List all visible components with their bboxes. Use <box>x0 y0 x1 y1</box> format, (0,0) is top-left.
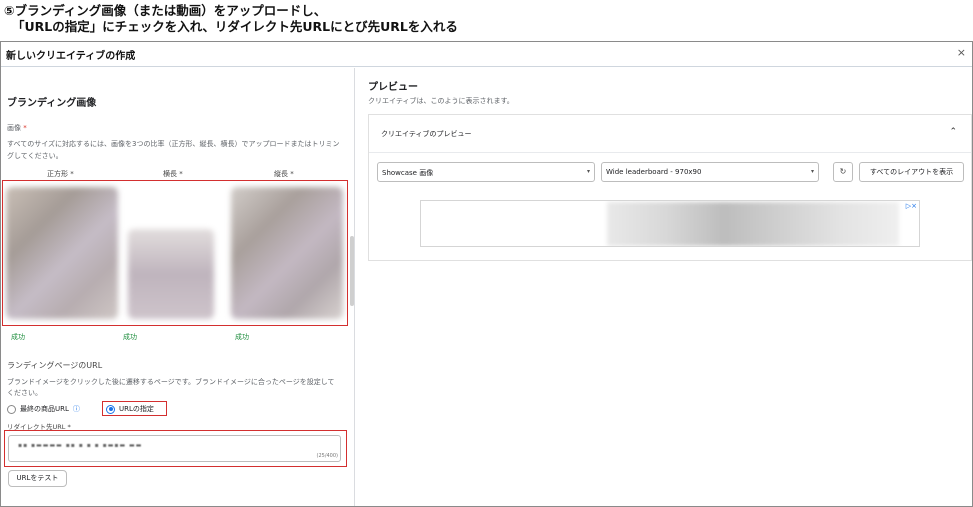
landing-page-description: ブランドイメージをクリックした後に遷移するページです。ブランドイメージに合ったペ… <box>7 378 335 397</box>
redirect-url-highlight: ▪▪ ▪▬▬▬▬ ▪▪ ▪ ▪ ▪ ▪▬▪▬ ▬▬ (25/400) <box>4 430 347 467</box>
redirect-url-value: ▪▪ ▪▬▬▬▬ ▪▪ ▪ ▪ ▪ ▪▬▪▬ ▬▬ <box>18 442 143 449</box>
branding-image-title: ブランディング画像 <box>7 98 97 109</box>
radio-specify-url-label: URLの指定 <box>119 405 154 413</box>
chevron-down-icon: ▾ <box>586 168 590 175</box>
status-landscape: 成功 <box>123 333 137 341</box>
status-portrait: 成功 <box>235 333 249 341</box>
format-select-value: Showcase 画像 <box>382 169 434 177</box>
preview-title: プレビュー <box>368 82 418 93</box>
landing-page-title: ランディングページのURL <box>7 361 103 370</box>
show-all-layouts-button[interactable]: すべてのレイアウトを表示 <box>859 162 964 182</box>
ad-preview-image <box>607 202 899 246</box>
image-description: すべてのサイズに対応するには、画像を3つの比率（正方形、縦長、横長）でアップロー… <box>7 140 340 160</box>
left-panel: ブランディング画像 画像 * すべてのサイズに対応するには、画像を3つの比率（正… <box>1 68 355 506</box>
refresh-icon[interactable]: ↻ <box>833 162 853 182</box>
test-url-button[interactable]: URLをテスト <box>8 470 67 487</box>
chevron-down-icon: ▾ <box>810 168 814 175</box>
close-icon[interactable]: × <box>957 46 966 59</box>
instruction-text: ⑤ブランディング画像（または動画）をアップロードし、 「URLの指定」にチェック… <box>4 3 458 35</box>
ad-choices-icon[interactable]: ▷× <box>906 202 917 210</box>
radio-final-url[interactable]: 最終の商品URL ⓘ <box>7 404 80 414</box>
format-select[interactable]: Showcase 画像 ▾ <box>377 162 595 182</box>
column-square: 正方形 * <box>47 170 74 178</box>
image-upload-area[interactable] <box>2 180 348 326</box>
preview-subtitle: クリエイティブは、このように表示されます。 <box>368 97 514 105</box>
square-image[interactable] <box>6 187 118 319</box>
radio-final-url-label: 最終の商品URL <box>20 405 69 413</box>
required-mark: * <box>23 124 27 132</box>
layout-select-value: Wide leaderboard - 970x90 <box>606 168 702 176</box>
preview-card-header[interactable]: クリエイティブのプレビュー ⌃ <box>369 115 971 153</box>
status-square: 成功 <box>11 333 25 341</box>
landscape-image[interactable] <box>128 229 214 319</box>
preview-panel: プレビュー クリエイティブは、このように表示されます。 クリエイティブのプレビュ… <box>356 68 972 506</box>
radio-final-url-circle[interactable] <box>7 404 16 414</box>
image-label: 画像 * <box>7 123 27 133</box>
redirect-url-field[interactable]: ▪▪ ▪▬▬▬▬ ▪▪ ▪ ▪ ▪ ▪▬▪▬ ▬▬ (25/400) <box>8 435 341 462</box>
redirect-url-counter: (25/400) <box>316 453 339 459</box>
dialog-title: 新しいクリエイティブの作成 <box>6 51 136 62</box>
radio-specify-url-circle[interactable] <box>106 404 115 414</box>
info-icon[interactable]: ⓘ <box>73 405 80 413</box>
column-portrait: 縦長 * <box>274 170 294 178</box>
preview-card-title: クリエイティブのプレビュー <box>381 130 472 138</box>
image-label-text: 画像 <box>7 124 21 132</box>
left-scrollbar[interactable] <box>350 236 354 306</box>
instruction-line-1: ⑤ブランディング画像（または動画）をアップロードし、 <box>4 3 327 18</box>
instruction-line-2: 「URLの指定」にチェックを入れ、リダイレクト先URLにとび先URLを入れる <box>12 19 458 34</box>
ad-preview-frame: ▷× <box>420 200 920 247</box>
chevron-up-icon[interactable]: ⌃ <box>949 127 957 137</box>
column-landscape: 横長 * <box>163 170 183 178</box>
portrait-image[interactable] <box>231 187 343 319</box>
creative-preview-card: クリエイティブのプレビュー ⌃ Showcase 画像 ▾ Wide leade… <box>368 114 972 261</box>
dialog-header: 新しいクリエイティブの作成 × <box>1 42 972 67</box>
create-creative-dialog: 新しいクリエイティブの作成 × ブランディング画像 画像 * すべてのサイズに対… <box>0 41 973 507</box>
radio-specify-url[interactable]: URLの指定 <box>106 404 154 414</box>
layout-select[interactable]: Wide leaderboard - 970x90 ▾ <box>601 162 819 182</box>
